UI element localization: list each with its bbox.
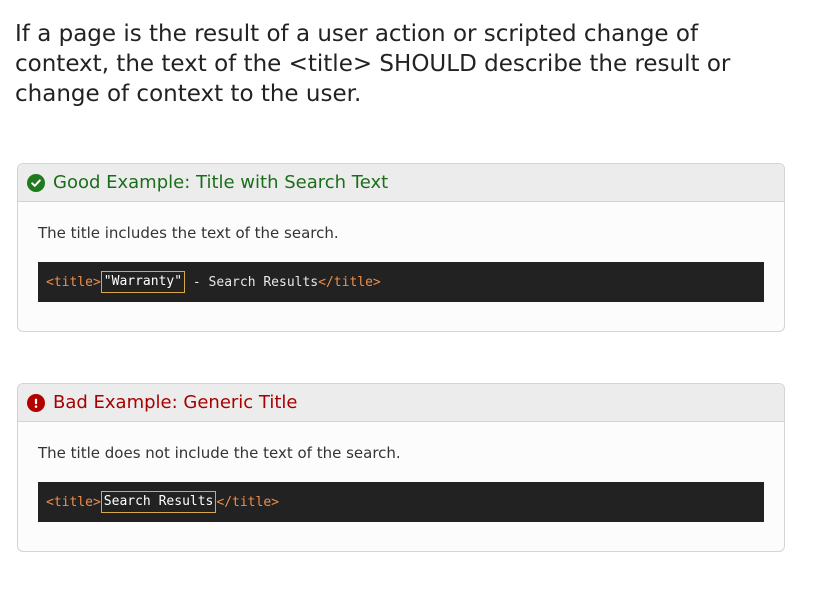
code-open-tag: <title> [46, 274, 101, 290]
code-close-tag: </title> [318, 274, 381, 290]
code-open-tag: <title> [46, 494, 101, 510]
good-example-title: Good Example: Title with Search Text [53, 172, 389, 193]
code-text: - Search Results [185, 274, 319, 290]
check-circle-icon [27, 173, 45, 192]
bad-example-body: The title does not include the text of t… [18, 422, 784, 522]
good-example-header: Good Example: Title with Search Text [18, 164, 784, 202]
bad-example-header: Bad Example: Generic Title [18, 384, 784, 422]
bad-example-description: The title does not include the text of t… [38, 444, 401, 462]
bad-example-code: <title> Search Results </title> [38, 482, 764, 522]
code-highlight: Search Results [100, 491, 217, 513]
code-highlight: "Warranty" [100, 271, 186, 293]
good-example-code: <title> "Warranty" - Search Results </titl… [38, 262, 764, 302]
good-example-description: The title includes the text of the searc… [38, 224, 339, 242]
bad-example-panel: Bad Example: Generic Title The title doe… [17, 383, 785, 552]
exclamation-circle-icon [27, 393, 45, 412]
code-close-tag: </title> [216, 494, 279, 510]
good-example-body: The title includes the text of the searc… [18, 202, 784, 302]
intro-text: If a page is the result of a user action… [15, 21, 731, 107]
good-example-panel: Good Example: Title with Search Text The… [17, 163, 785, 332]
bad-example-title: Bad Example: Generic Title [53, 392, 298, 413]
